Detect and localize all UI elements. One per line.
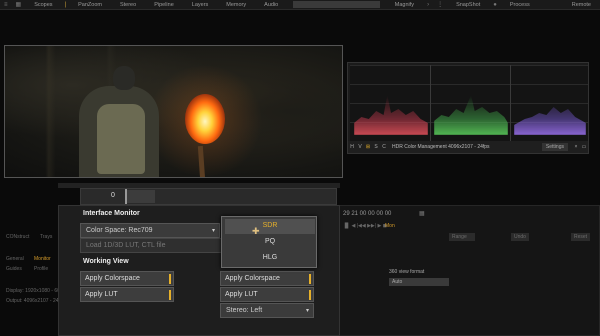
left-subtab-profile[interactable]: Profile bbox=[34, 266, 48, 272]
toolbar-item-audio[interactable]: Audio bbox=[255, 2, 287, 8]
timecode-display: 29 21 00 00 00 00 bbox=[343, 211, 392, 217]
lut-file-placeholder: Load 1D/3D LUT, CTL file bbox=[86, 242, 166, 249]
toolbar-item-scopes[interactable]: Scopes bbox=[25, 2, 61, 8]
scope-v-button[interactable]: V bbox=[356, 144, 364, 150]
apply-lut-right-label: Apply LUT bbox=[225, 291, 258, 298]
scope-h-button[interactable]: H bbox=[348, 144, 356, 150]
scope-settings-button[interactable]: Settings bbox=[541, 143, 568, 151]
close-icon[interactable]: × bbox=[572, 144, 580, 150]
toolbar-item-magnify[interactable]: Magnify bbox=[386, 2, 423, 8]
person-head bbox=[113, 66, 135, 90]
apply-colorspace-left-label: Apply Colorspace bbox=[85, 275, 140, 282]
reset-button[interactable]: Reset bbox=[571, 233, 591, 241]
view-format-label: 360 view format bbox=[389, 269, 425, 275]
toolbar-item-panzoom[interactable]: PanZoom bbox=[69, 2, 111, 8]
apply-lut-right-button[interactable]: Apply LUT bbox=[220, 287, 314, 302]
grid-icon[interactable]: ▦ bbox=[12, 1, 26, 8]
panel-icon[interactable]: ▭ bbox=[580, 144, 588, 150]
apply-colorspace-right-label: Apply Colorspace bbox=[225, 275, 280, 282]
dropdown-arrow-icon: ▾ bbox=[211, 228, 215, 234]
image-viewer[interactable] bbox=[4, 45, 343, 178]
apply-colorspace-left-button[interactable]: Apply Colorspace bbox=[80, 271, 174, 286]
apply-lut-left-button[interactable]: Apply LUT bbox=[80, 287, 174, 302]
menu-icon[interactable]: ≡ bbox=[0, 2, 12, 8]
scope-c-button[interactable]: C bbox=[380, 144, 388, 150]
record-icon: ● bbox=[493, 1, 497, 8]
toggle-indicator bbox=[169, 290, 171, 300]
scope-caption: HDR Color Management 4096x2107 - 24fps bbox=[392, 144, 490, 150]
mon-label[interactable]: Mon bbox=[385, 223, 395, 229]
menu-item-sdr[interactable]: SDR bbox=[225, 219, 315, 234]
frame-slider[interactable]: 0 bbox=[80, 188, 337, 205]
scope-toolbar: H V ⊞ S C HDR Color Management 4096x2107… bbox=[348, 141, 588, 153]
torch-flame bbox=[185, 94, 225, 144]
view-format-select[interactable]: Auto bbox=[389, 278, 449, 286]
background-player-panel: 29 21 00 00 00 00 ▦ ▐▌ ◀ |◀◀ ▶▶| ▶ ◼ Mon… bbox=[338, 205, 600, 336]
range-button[interactable]: Range bbox=[449, 233, 475, 241]
display-info: Display: 1920x1080 - 60 bbox=[6, 288, 58, 294]
dropdown-arrow-icon: ▾ bbox=[305, 308, 309, 314]
toggle-indicator bbox=[169, 274, 171, 284]
scope-mode-icon[interactable]: ⊞ bbox=[364, 144, 372, 150]
frame-number: 0 bbox=[111, 192, 115, 199]
interface-monitor-title: Interface Monitor bbox=[83, 210, 140, 217]
undo-button[interactable]: Undo bbox=[511, 233, 529, 241]
stereo-select[interactable]: Stereo: Left ▾ bbox=[220, 303, 314, 318]
toggle-indicator bbox=[309, 290, 311, 300]
toolbar-item-process[interactable]: Process bbox=[501, 2, 539, 8]
toolbar-item-pipeline[interactable]: Pipeline bbox=[145, 2, 183, 8]
left-tab-trays[interactable]: Trays bbox=[40, 234, 52, 240]
left-subtab-monitor[interactable]: Monitor bbox=[34, 256, 51, 262]
range-block bbox=[127, 190, 155, 203]
status-dot-icon: | bbox=[64, 1, 67, 8]
left-tab-construct[interactable]: CONstruct bbox=[6, 234, 29, 240]
toolbar-item-remote[interactable]: Remote bbox=[563, 2, 600, 8]
toggle-indicator bbox=[309, 274, 311, 284]
toolbar-item-snapshot[interactable]: SnapShot bbox=[447, 2, 489, 8]
toolbar-search-field[interactable] bbox=[293, 1, 380, 8]
scope-graph bbox=[350, 65, 588, 141]
apply-colorspace-right-button[interactable]: Apply Colorspace bbox=[220, 271, 314, 286]
left-subtab-guides[interactable]: Guides bbox=[6, 266, 22, 272]
top-toolbar: ≡ ▦ Scopes | PanZoom Stereo Pipeline Lay… bbox=[0, 0, 600, 10]
working-view-title: Working View bbox=[83, 258, 129, 265]
stereo-value: Stereo: Left bbox=[226, 307, 263, 314]
rgb-parade-scope: H V ⊞ S C HDR Color Management 4096x2107… bbox=[347, 62, 589, 154]
arrow-icon[interactable]: › bbox=[423, 2, 433, 8]
toolbar-item-memory[interactable]: Memory bbox=[217, 2, 255, 8]
output-info: Output: 4096x2107 - 24 bbox=[6, 298, 58, 304]
transport-controls[interactable]: ▐▌ ◀ |◀◀ ▶▶| ▶ ◼ bbox=[343, 223, 387, 229]
grid-icon-2: ▦ bbox=[419, 211, 425, 217]
left-subtab-general[interactable]: General bbox=[6, 256, 24, 262]
toolbar-item-stereo[interactable]: Stereo bbox=[111, 2, 145, 8]
menu-item-pq[interactable]: PQ bbox=[225, 235, 315, 250]
apply-lut-left-label: Apply LUT bbox=[85, 291, 118, 298]
scope-s-button[interactable]: S bbox=[372, 144, 380, 150]
hdr-mode-menu: SDR ✚ PQ HLG bbox=[221, 216, 317, 268]
dots-icon[interactable]: ⋮ bbox=[433, 1, 447, 8]
menu-item-hlg[interactable]: HLG bbox=[225, 251, 315, 266]
color-space-value: Color Space: Rec709 bbox=[86, 227, 153, 234]
color-space-select[interactable]: Color Space: Rec709 ▾ bbox=[80, 223, 220, 238]
backpack bbox=[97, 104, 145, 174]
toolbar-item-layers[interactable]: Layers bbox=[183, 2, 218, 8]
